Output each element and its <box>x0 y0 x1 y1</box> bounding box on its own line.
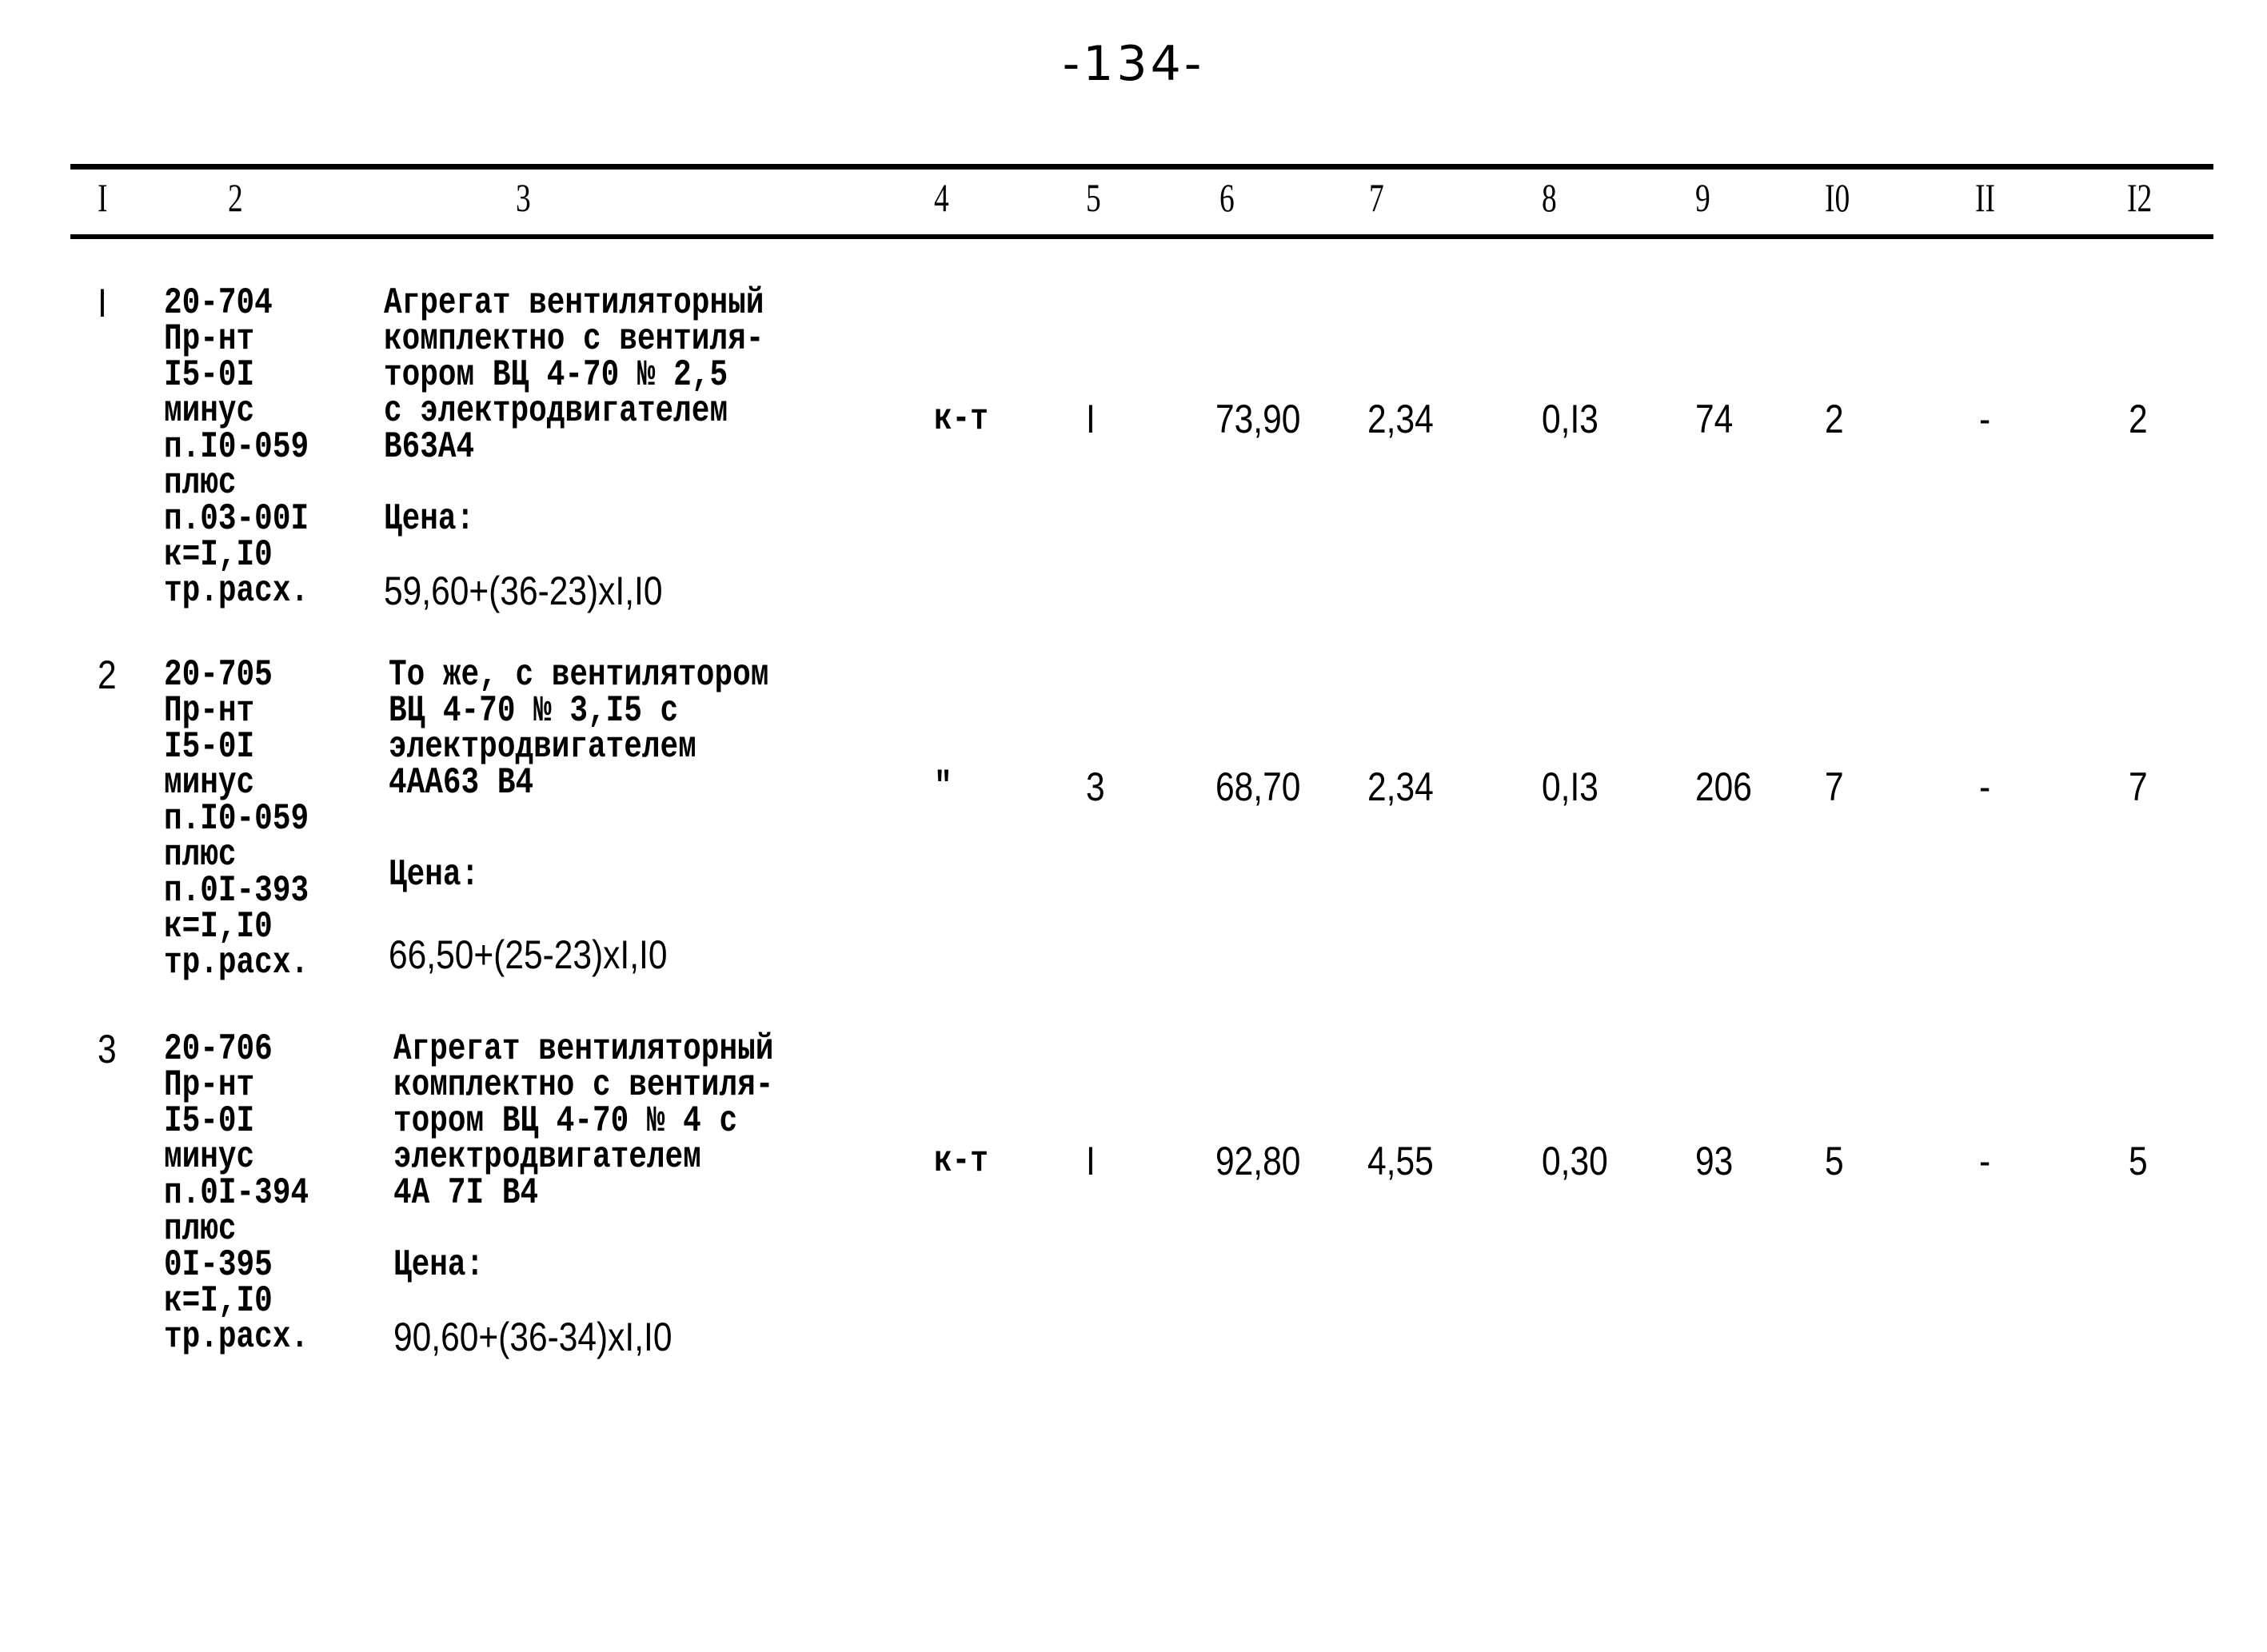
code-line: тр.расх. <box>164 942 309 984</box>
code-line: тр.расх. <box>164 570 309 612</box>
page-number: -134- <box>1062 36 1205 92</box>
code-line: 0I-395 <box>164 1244 273 1286</box>
description-line: То же, с вентилятором <box>389 654 769 696</box>
description-line: Агрегат вентиляторный <box>393 1028 774 1070</box>
column-header-8: 8 <box>1542 175 1557 220</box>
code-line: минус <box>164 390 255 432</box>
code-line: I5-0I <box>164 726 255 768</box>
col10-cell: 5 <box>1825 1139 1844 1183</box>
row-number-cell: 2 <box>98 652 117 697</box>
code-line: плюс <box>164 462 237 504</box>
unit-cell: к-т <box>934 398 988 440</box>
col12-cell: 2 <box>2129 397 2148 441</box>
column-header-6: 6 <box>1219 175 1235 220</box>
code-line: 20-706 <box>164 1028 273 1070</box>
col7-cell: 4,55 <box>1367 1139 1434 1183</box>
col12-cell: 7 <box>2129 764 2148 809</box>
description-line: тором ВЦ 4-70 № 2,5 <box>384 354 728 396</box>
col9-cell: 93 <box>1695 1139 1734 1183</box>
code-line: минус <box>164 762 255 804</box>
column-header-11: II <box>1975 175 1995 220</box>
row-number-cell: I <box>98 281 107 325</box>
code-line: п.I0-059 <box>164 798 309 840</box>
column-header-1: I <box>98 175 108 220</box>
col10-cell: 7 <box>1825 764 1844 809</box>
code-line: п.03-00I <box>164 498 309 540</box>
code-line: п.0I-394 <box>164 1172 309 1214</box>
col7-cell: 2,34 <box>1367 397 1434 441</box>
description-line: В63А4 <box>384 426 475 468</box>
code-line: плюс <box>164 1208 237 1250</box>
description-cell: Агрегат вентиляторный комплектно с вентил… <box>393 1028 774 1214</box>
price-formula: 66,50+(25-23)xI,I0 <box>389 932 668 977</box>
description-line: электродвигателем <box>393 1136 701 1178</box>
col6-cell: 92,80 <box>1215 1139 1301 1183</box>
code-line: минус <box>164 1136 255 1178</box>
column-header-4: 4 <box>934 175 949 220</box>
code-line: к=I,I0 <box>164 534 273 576</box>
description-line: тором ВЦ 4-70 № 4 с <box>393 1100 738 1142</box>
quantity-cell: I <box>1086 397 1096 441</box>
col8-cell: 0,30 <box>1542 1139 1608 1183</box>
unit-cell: " <box>934 766 952 808</box>
col7-cell: 2,34 <box>1367 764 1434 809</box>
col6-cell: 73,90 <box>1215 397 1301 441</box>
table-top-rule <box>70 164 2213 170</box>
code-line: тр.расх. <box>164 1316 309 1358</box>
price-formula: 59,60+(36-23)xI,I0 <box>384 569 663 613</box>
col11-cell: - <box>1979 397 1991 441</box>
description-line: 4АА63 В4 <box>389 762 534 804</box>
price-label: Цена: <box>393 1244 485 1286</box>
price-label: Цена: <box>384 498 475 540</box>
col8-cell: 0,I3 <box>1542 397 1598 441</box>
quantity-cell: 3 <box>1086 764 1105 809</box>
code-cell: 20-704 Пр-нт I5-0I минус п.I0-059 плюс п.03-00… <box>164 285 309 609</box>
code-line: I5-0I <box>164 1100 255 1142</box>
price-label: Цена: <box>389 854 480 896</box>
code-line: плюс <box>164 834 237 876</box>
code-line: Пр-нт <box>164 318 255 360</box>
description-line: ВЦ 4-70 № 3,I5 с <box>389 690 679 732</box>
code-line: к=I,I0 <box>164 1280 273 1322</box>
col11-cell: - <box>1979 1139 1991 1183</box>
col8-cell: 0,I3 <box>1542 764 1598 809</box>
col10-cell: 2 <box>1825 397 1844 441</box>
col9-cell: 206 <box>1695 764 1752 809</box>
description-line: электродвигателем <box>389 726 696 768</box>
column-header-2: 2 <box>228 175 243 220</box>
column-header-10: I0 <box>1825 175 1850 220</box>
col6-cell: 68,70 <box>1215 764 1301 809</box>
code-line: Пр-нт <box>164 690 255 732</box>
column-header-7: 7 <box>1369 175 1384 220</box>
quantity-cell: I <box>1086 1139 1096 1183</box>
description-line: комплектно с вентиля- <box>384 318 764 360</box>
code-cell: 20-706 Пр-нт I5-0I минус п.0I-394 плюс 0I-395 к… <box>164 1028 309 1358</box>
column-header-12: I2 <box>2127 175 2153 220</box>
description-line: 4А 7I В4 <box>393 1172 539 1214</box>
code-line: 20-705 <box>164 654 273 696</box>
row-number-cell: 3 <box>98 1027 117 1071</box>
unit-cell: к-т <box>934 1140 988 1182</box>
code-line: к=I,I0 <box>164 906 273 948</box>
code-line: I5-0I <box>164 354 255 396</box>
code-line: п.0I-393 <box>164 870 309 912</box>
column-header-5: 5 <box>1086 175 1101 220</box>
col9-cell: 74 <box>1695 397 1734 441</box>
description-line: с электродвигателем <box>384 390 728 432</box>
description-cell: То же, с вентилятором ВЦ 4-70 № 3,I5 с эле… <box>389 654 769 804</box>
description-line: комплектно с вентиля- <box>393 1064 774 1106</box>
code-cell: 20-705 Пр-нт I5-0I минус п.I0-059 плюс п.0I-39… <box>164 654 309 984</box>
code-line: 20-704 <box>164 282 273 324</box>
table-header-rule <box>70 234 2213 239</box>
code-line: Пр-нт <box>164 1064 255 1106</box>
col12-cell: 5 <box>2129 1139 2148 1183</box>
description-line: Агрегат вентиляторный <box>384 282 764 324</box>
price-formula: 90,60+(36-34)xI,I0 <box>393 1315 673 1359</box>
code-line: п.I0-059 <box>164 426 309 468</box>
col11-cell: - <box>1979 764 1991 809</box>
description-cell: Агрегат вентиляторный комплектно с вентил… <box>384 285 764 465</box>
column-header-9: 9 <box>1695 175 1710 220</box>
column-header-3: 3 <box>516 175 531 220</box>
